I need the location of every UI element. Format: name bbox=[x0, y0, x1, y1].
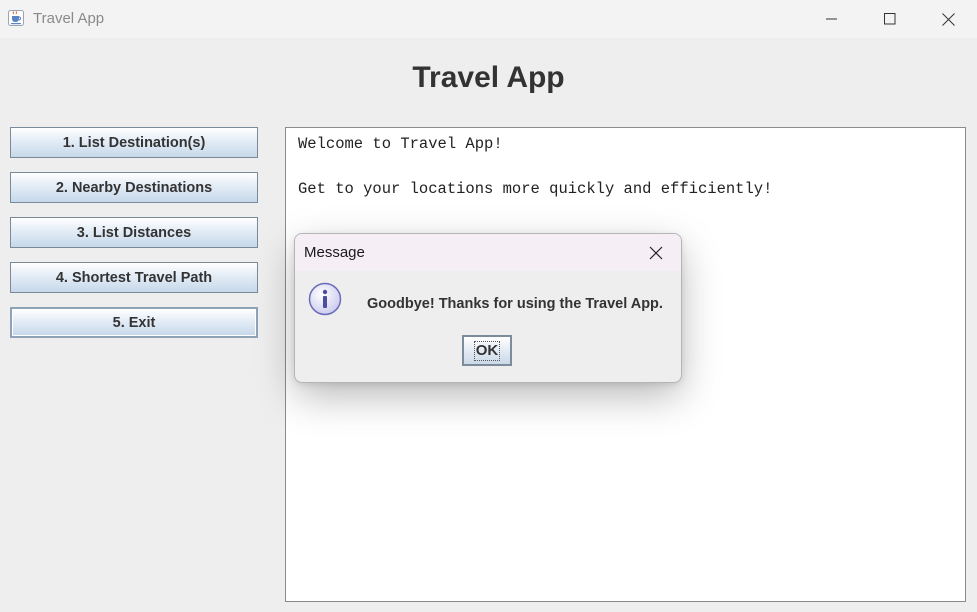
dialog-close-button[interactable] bbox=[643, 240, 669, 266]
minimize-button[interactable] bbox=[803, 0, 861, 38]
exit-button[interactable]: 5. Exit bbox=[10, 307, 258, 338]
information-icon bbox=[308, 282, 342, 316]
list-destinations-button[interactable]: 1. List Destination(s) bbox=[10, 127, 258, 158]
dialog-title-bar[interactable]: Message bbox=[295, 234, 681, 271]
ok-button-label: OK bbox=[473, 340, 501, 361]
app-heading: Travel App bbox=[412, 61, 565, 94]
close-window-button[interactable] bbox=[919, 0, 977, 38]
message-dialog: Message Goodbye! Thanks for using the Tr… bbox=[294, 233, 682, 383]
window-title: Travel App bbox=[33, 10, 105, 27]
shortest-travel-path-button[interactable]: 4. Shortest Travel Path bbox=[10, 262, 258, 293]
title-bar[interactable]: Travel App bbox=[0, 0, 977, 38]
maximize-icon bbox=[884, 13, 896, 25]
close-icon bbox=[649, 246, 663, 260]
main-window: Travel App Travel App 1. List Destinatio… bbox=[0, 0, 977, 612]
nearby-destinations-button[interactable]: 2. Nearby Destinations bbox=[10, 172, 258, 203]
minimize-icon bbox=[826, 18, 837, 20]
maximize-button[interactable] bbox=[861, 0, 919, 38]
close-icon bbox=[941, 12, 955, 26]
list-distances-button[interactable]: 3. List Distances bbox=[10, 217, 258, 248]
dialog-title: Message bbox=[304, 244, 365, 261]
ok-button[interactable]: OK bbox=[462, 335, 512, 366]
dialog-message: Goodbye! Thanks for using the Travel App… bbox=[367, 296, 663, 312]
java-cup-icon bbox=[8, 10, 24, 26]
